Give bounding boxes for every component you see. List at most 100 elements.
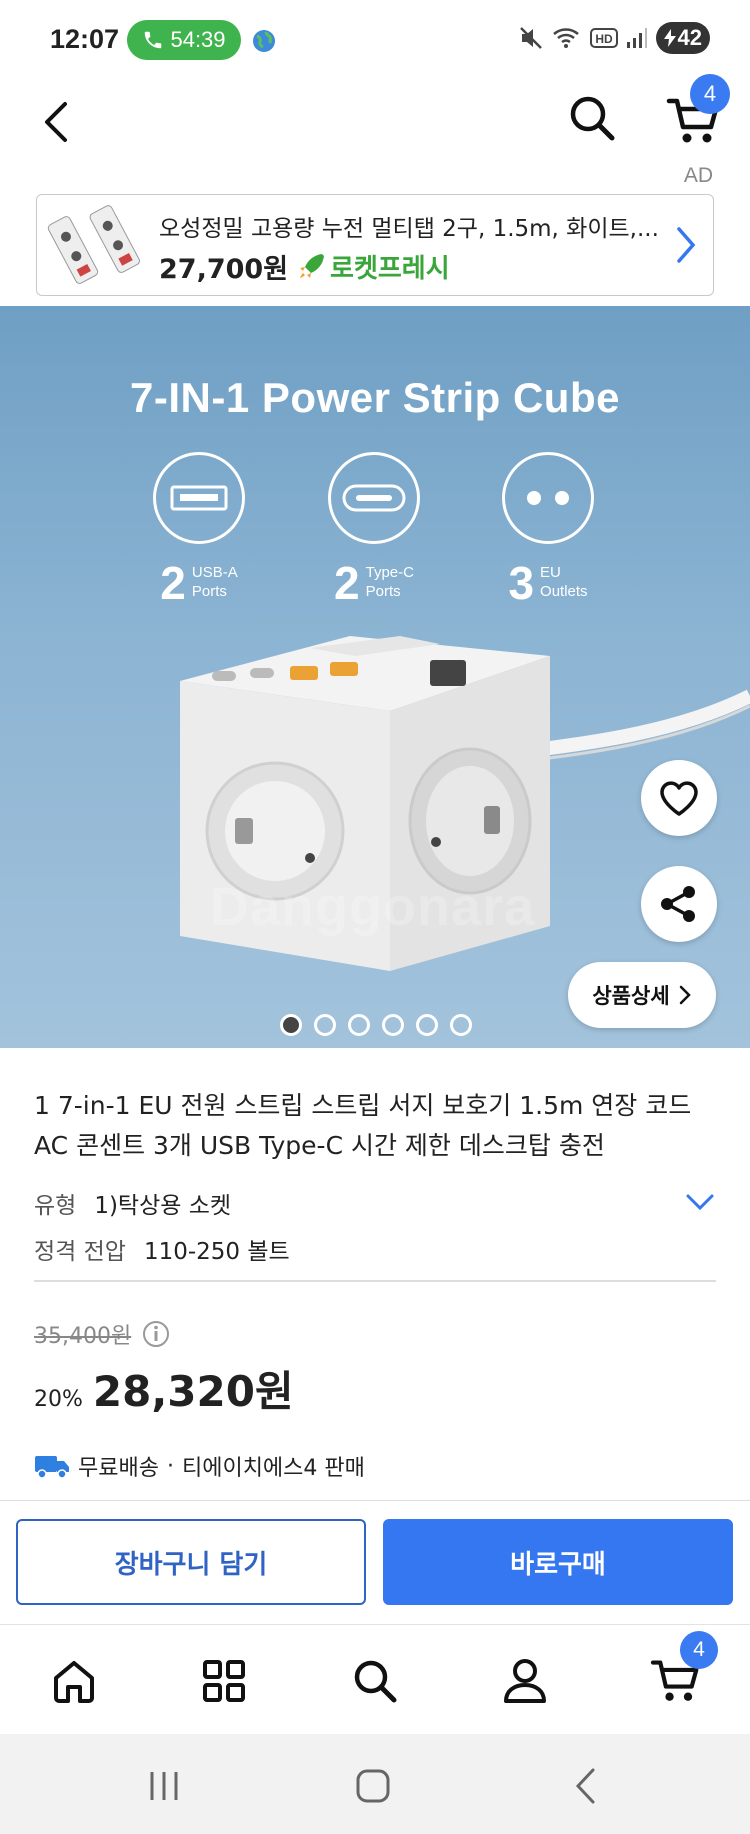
feature-line2: Outlets <box>540 583 588 600</box>
category-grid-icon <box>203 1660 245 1702</box>
cart-count-badge: 4 <box>690 74 730 114</box>
share-button[interactable] <box>641 866 717 942</box>
home-system-button[interactable] <box>343 1758 403 1814</box>
nav-search[interactable] <box>343 1649 407 1713</box>
carousel-dot[interactable] <box>280 1014 302 1036</box>
header-search-button[interactable] <box>560 86 624 150</box>
option-type-label: 유형 <box>34 1193 77 1219</box>
header-cart-button[interactable]: 4 <box>656 74 732 156</box>
add-to-cart-button[interactable]: 장바구니 담기 <box>16 1519 366 1605</box>
shipping-row: 무료배송 · 티에이치에스4 판매 <box>34 1450 365 1482</box>
carousel-dot[interactable] <box>382 1014 404 1036</box>
mute-icon <box>519 27 542 49</box>
rocket-icon <box>300 253 325 278</box>
call-timer-text: 54:39 <box>170 27 226 52</box>
home-square-icon <box>356 1769 390 1803</box>
voltage-label: 정격 전압 <box>34 1239 126 1265</box>
carousel-dot[interactable] <box>314 1014 336 1036</box>
ad-label: AD <box>683 164 713 187</box>
usb-a-port-icon <box>153 452 245 544</box>
feature-type-c: 2 Type-C Ports <box>299 452 449 606</box>
separator-dot: · <box>166 1453 174 1479</box>
bottom-navigation: 4 <box>0 1624 750 1734</box>
sale-price-row: 20% 28,320원 <box>34 1358 294 1419</box>
chevron-right-icon <box>677 227 696 263</box>
free-shipping-label: 무료배송 <box>78 1456 159 1481</box>
delivery-truck-icon <box>35 1456 69 1479</box>
nav-categories[interactable] <box>192 1649 256 1713</box>
chevron-down-icon[interactable] <box>684 1190 716 1214</box>
back-arrow-icon <box>575 1768 595 1804</box>
wishlist-button[interactable] <box>641 760 717 836</box>
feature-line2: Ports <box>365 583 401 600</box>
usb-c-port-icon <box>328 452 420 544</box>
voltage-value: 110-250 볼트 <box>143 1239 290 1265</box>
sale-price: 28,320원 <box>92 1367 294 1416</box>
carousel-dot[interactable] <box>348 1014 370 1036</box>
status-bar: 12:07 54:39 HD 42 <box>0 0 750 84</box>
status-icons: HD 42 <box>518 22 710 54</box>
home-icon <box>54 1661 94 1703</box>
discount-rate: 20% <box>34 1387 83 1412</box>
carousel-indicator <box>280 1014 472 1036</box>
nav-my-account[interactable] <box>493 1649 557 1713</box>
search-icon <box>570 96 615 141</box>
signal-icon <box>626 28 647 48</box>
buy-now-button[interactable]: 바로구매 <box>383 1519 733 1605</box>
product-title: 1 7-in-1 EU 전원 스트립 스트립 서지 보호기 1.5m 연장 코드… <box>34 1091 692 1160</box>
recent-apps-button[interactable] <box>134 1758 194 1814</box>
ad-product-thumbnail <box>47 205 140 284</box>
carousel-dot[interactable] <box>416 1014 438 1036</box>
feature-count: 2 <box>334 557 360 609</box>
recent-apps-icon <box>150 1772 178 1800</box>
divider <box>34 1280 716 1282</box>
search-icon <box>354 1660 397 1703</box>
original-price: 35,400원 <box>34 1324 132 1349</box>
app-header: 4 AD <box>0 74 750 187</box>
ad-price-row: 27,700원 로켓프레시 <box>159 247 450 286</box>
feature-eu-outlet: 3 EU Outlets <box>473 452 623 606</box>
back-button[interactable] <box>28 94 84 150</box>
product-detail-button[interactable]: 상품상세 <box>568 962 716 1028</box>
hero-title: 7-IN-1 Power Strip Cube <box>130 374 620 421</box>
battery-indicator: 42 <box>655 22 710 54</box>
image-watermark: Danggonara <box>210 877 536 937</box>
option-type-value: 1)탁상용 소켓 <box>94 1193 232 1219</box>
wifi-icon <box>552 28 579 48</box>
feature-line1: EU <box>540 564 561 582</box>
ad-price: 27,700원 <box>159 254 289 285</box>
nav-cart-badge: 4 <box>680 1631 718 1669</box>
ad-title: 오성정밀 고용량 누전 멀티탭 2구, 1.5m, 화이트,... <box>159 216 659 242</box>
status-time: 12:07 <box>50 24 120 54</box>
feature-count: 3 <box>508 557 535 609</box>
original-price-row: 35,400원 <box>34 1318 171 1350</box>
feature-line1: Type-C <box>365 564 414 582</box>
back-arrow-icon <box>45 102 67 142</box>
chevron-right-icon <box>679 985 691 1005</box>
share-icon <box>661 886 695 922</box>
product-image-carousel[interactable]: 7-IN-1 Power Strip Cube 2 USB-A Ports 2 T… <box>0 306 750 1048</box>
heart-icon <box>660 781 698 816</box>
rocket-fresh-label: 로켓프레시 <box>330 254 450 284</box>
phone-icon <box>145 31 162 49</box>
nav-home[interactable] <box>42 1649 106 1713</box>
feature-usb-a: 2 USB-A Ports <box>124 452 274 606</box>
voltage-row: 정격 전압 110-250 볼트 <box>34 1232 290 1266</box>
purchase-action-bar: 장바구니 담기 바로구매 <box>0 1500 750 1624</box>
system-navigation-bar <box>0 1734 750 1834</box>
feature-line1: USB-A <box>191 564 238 582</box>
nav-cart[interactable]: 4 <box>644 1631 718 1713</box>
battery-level: 42 <box>677 25 702 50</box>
option-type-row[interactable]: 유형 1)탁상용 소켓 <box>34 1186 231 1220</box>
user-icon <box>504 1659 546 1703</box>
feature-count: 2 <box>160 557 186 609</box>
ad-banner[interactable]: 오성정밀 고용량 누전 멀티탭 2구, 1.5m, 화이트,... 27,700… <box>36 194 714 296</box>
system-back-button[interactable] <box>555 1758 615 1814</box>
seller-label: 티에이치에스4 판매 <box>181 1456 365 1481</box>
svg-text:HD: HD <box>595 32 613 46</box>
info-icon[interactable] <box>141 1319 171 1349</box>
call-timer-pill[interactable]: 54:39 <box>127 20 241 60</box>
carousel-dot[interactable] <box>450 1014 472 1036</box>
product-detail-label: 상품상세 <box>592 984 670 1008</box>
globe-icon <box>253 30 275 52</box>
